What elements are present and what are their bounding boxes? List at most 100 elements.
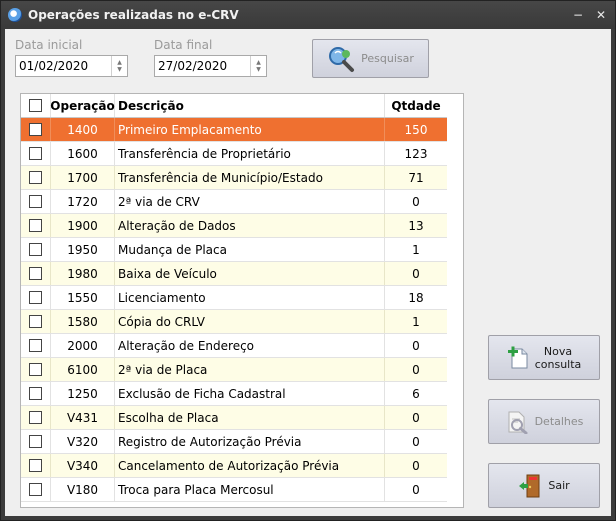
operation-code-cell: 1700 [51,166,115,189]
row-checkbox[interactable] [29,459,42,472]
table-row[interactable]: V431 Escolha de Placa 0 [21,406,447,430]
row-checkbox[interactable] [29,483,42,496]
table-row[interactable]: 1250 Exclusão de Ficha Cadastral 6 [21,382,447,406]
row-checkbox[interactable] [29,339,42,352]
row-checkbox-cell[interactable] [21,286,51,309]
row-checkbox-cell[interactable] [21,454,51,477]
description-header[interactable]: Descrição [115,94,385,117]
row-checkbox[interactable] [29,315,42,328]
end-date-spinner[interactable]: ▲ ▼ [250,56,266,76]
operation-code-cell: V431 [51,406,115,429]
row-checkbox[interactable] [29,435,42,448]
window-title: Operações realizadas no e-CRV [28,8,239,22]
end-date-input[interactable] [155,56,250,76]
row-checkbox-cell[interactable] [21,430,51,453]
minimize-button[interactable]: − [570,7,586,23]
row-checkbox[interactable] [29,147,42,160]
table-row[interactable]: 1550 Licenciamento 18 [21,286,447,310]
row-checkbox-cell[interactable] [21,358,51,381]
row-checkbox-cell[interactable] [21,310,51,333]
table-row[interactable]: V180 Troca para Placa Mercosul 0 [21,478,447,502]
description-cell: Registro de Autorização Prévia [115,430,385,453]
operation-code-cell: V180 [51,478,115,501]
table-row[interactable]: 1600 Transferência de Proprietário 123 [21,142,447,166]
select-all-checkbox[interactable] [29,99,42,112]
row-checkbox[interactable] [29,387,42,400]
description-cell: 2ª via de CRV [115,190,385,213]
quantity-cell: 0 [412,194,420,209]
start-date-input[interactable] [16,56,111,76]
row-checkbox[interactable] [29,243,42,256]
spin-down-icon[interactable]: ▼ [117,66,122,73]
details-button[interactable]: Detalhes [488,399,600,444]
table-row[interactable]: 1700 Transferência de Município/Estado 71 [21,166,447,190]
row-checkbox-cell[interactable] [21,238,51,261]
description-cell: Baixa de Veículo [115,262,385,285]
table-row[interactable]: V320 Registro de Autorização Prévia 0 [21,430,447,454]
operation-code-cell: 1580 [51,310,115,333]
table-row[interactable]: 6100 2ª via de Placa 0 [21,358,447,382]
dialog-window: Operações realizadas no e-CRV − ✕ Data i… [0,0,616,521]
description-cell: 2ª via de Placa [115,358,385,381]
spin-down-icon[interactable]: ▼ [256,66,261,73]
start-date-field[interactable]: ▲ ▼ [15,55,128,77]
title-bar[interactable]: Operações realizadas no e-CRV − ✕ [1,1,615,29]
row-checkbox-cell[interactable] [21,382,51,405]
new-query-button[interactable]: Nova consulta [488,335,600,380]
row-checkbox-cell[interactable] [21,142,51,165]
details-icon [508,411,528,434]
description-cell: Alteração de Dados [115,214,385,237]
quantity-cell: 150 [385,118,447,141]
quantity-cell: 6 [412,386,420,401]
new-query-label-line2: consulta [534,357,582,371]
row-checkbox-cell[interactable] [21,334,51,357]
operation-header[interactable]: Operação [50,94,115,117]
row-checkbox[interactable] [29,363,42,376]
row-checkbox[interactable] [29,411,42,424]
spin-up-icon[interactable]: ▲ [256,59,261,66]
details-button-label: Detalhes [534,415,584,428]
table-row[interactable]: V340 Cancelamento de Autorização Prévia 0 [21,454,447,478]
operation-code-cell: 1980 [51,262,115,285]
row-checkbox[interactable] [29,291,42,304]
row-checkbox[interactable] [29,123,42,136]
table-row[interactable]: 1900 Alteração de Dados 13 [21,214,447,238]
exit-button[interactable]: Sair [488,463,600,508]
start-date-spinner[interactable]: ▲ ▼ [111,56,127,76]
description-cell: Alteração de Endereço [115,334,385,357]
table-row[interactable]: 1950 Mudança de Placa 1 [21,238,447,262]
row-checkbox-cell[interactable] [21,118,51,141]
table-row[interactable]: 1720 2ª via de CRV 0 [21,190,447,214]
row-checkbox-cell[interactable] [21,262,51,285]
row-checkbox[interactable] [29,195,42,208]
end-date-field[interactable]: ▲ ▼ [154,55,267,77]
row-checkbox-cell[interactable] [21,190,51,213]
operations-table: Operação Descrição Qtdade 1400 Primeiro E… [20,93,464,508]
quantity-header[interactable]: Qtdade [385,94,447,117]
spin-up-icon[interactable]: ▲ [117,59,122,66]
row-checkbox[interactable] [29,267,42,280]
row-checkbox[interactable] [29,171,42,184]
table-row[interactable]: 1980 Baixa de Veículo 0 [21,262,447,286]
operations-table-body: Operação Descrição Qtdade 1400 Primeiro E… [21,94,447,502]
end-date-label: Data final [154,38,213,52]
select-all-cell[interactable] [21,94,51,117]
search-button[interactable]: Pesquisar [312,39,429,78]
operation-code-cell: 1950 [51,238,115,261]
table-row[interactable]: 1400 Primeiro Emplacamento 150 [21,118,447,142]
operation-code-cell: 1400 [51,118,115,141]
quantity-cell: 0 [412,266,420,281]
table-row[interactable]: 1580 Cópia do CRLV 1 [21,310,447,334]
row-checkbox-cell[interactable] [21,166,51,189]
close-button[interactable]: ✕ [593,7,609,23]
quantity-cell: 0 [412,338,420,353]
row-checkbox[interactable] [29,219,42,232]
row-checkbox-cell[interactable] [21,478,51,501]
operation-code-cell: 2000 [51,334,115,357]
table-row[interactable]: 2000 Alteração de Endereço 0 [21,334,447,358]
row-checkbox-cell[interactable] [21,214,51,237]
new-document-icon [507,346,528,368]
row-checkbox-cell[interactable] [21,406,51,429]
operation-code-cell: 1550 [51,286,115,309]
description-cell: Licenciamento [115,286,385,309]
